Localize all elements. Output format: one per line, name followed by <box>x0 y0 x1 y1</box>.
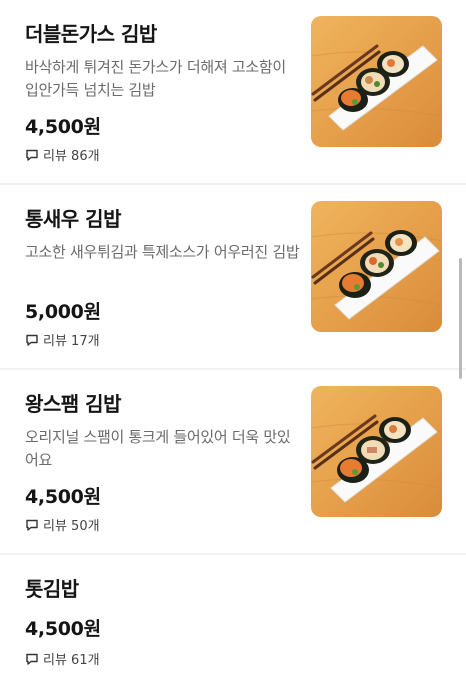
menu-item-price: 4,500원 <box>25 486 101 508</box>
menu-item-image <box>311 16 442 147</box>
menu-item-description: 고소한 새우튀김과 특제소스가 어우러진 김밥 <box>25 243 300 261</box>
menu-item[interactable]: 통새우 김밥 고소한 새우튀김과 특제소스가 어우러진 김밥 5,000원 리뷰… <box>0 185 466 368</box>
menu-item[interactable]: 왕스팸 김밥 오리지널 스팸이 통크게 들어있어 더욱 맛있어요 4,500원 … <box>0 370 466 553</box>
review-count-label: 리뷰 17개 <box>43 334 100 349</box>
menu-item-image <box>311 386 442 517</box>
speech-bubble-icon <box>26 149 38 161</box>
menu-item-name: 통새우 김밥 <box>25 207 121 231</box>
review-count-label: 리뷰 61개 <box>43 653 100 668</box>
menu-item-name: 더블돈가스 김밥 <box>25 22 157 46</box>
menu-item-description: 오리지널 스팸이 통크게 들어있어 더욱 맛있어요 <box>25 428 291 469</box>
menu-item-image <box>311 201 442 332</box>
menu-item[interactable]: 톳김밥 4,500원 리뷰 61개 <box>0 555 466 677</box>
kimbap-photo-icon <box>311 16 442 147</box>
kimbap-photo-icon <box>311 386 442 517</box>
review-count[interactable]: 리뷰 61개 <box>25 649 100 668</box>
review-count-label: 리뷰 50개 <box>43 519 100 534</box>
review-count[interactable]: 리뷰 50개 <box>25 515 100 534</box>
kimbap-photo-icon <box>311 201 442 332</box>
menu-item-price: 4,500원 <box>25 618 101 640</box>
menu-item-description: 바삭하게 튀겨진 돈가스가 더해져 고소함이 입안가득 넘치는 김밥 <box>25 58 286 99</box>
menu-item-name: 톳김밥 <box>25 577 79 601</box>
review-count[interactable]: 리뷰 17개 <box>25 330 100 349</box>
menu-item-price: 5,000원 <box>25 301 101 323</box>
speech-bubble-icon <box>26 653 38 665</box>
menu-item[interactable]: 더블돈가스 김밥 바삭하게 튀겨진 돈가스가 더해져 고소함이 입안가득 넘치는… <box>0 0 466 183</box>
menu-item-price: 4,500원 <box>25 116 101 138</box>
review-count[interactable]: 리뷰 86개 <box>25 145 100 164</box>
menu-item-name: 왕스팸 김밥 <box>25 392 121 416</box>
scrollbar[interactable] <box>459 258 462 379</box>
speech-bubble-icon <box>26 519 38 531</box>
review-count-label: 리뷰 86개 <box>43 149 100 164</box>
speech-bubble-icon <box>26 334 38 346</box>
